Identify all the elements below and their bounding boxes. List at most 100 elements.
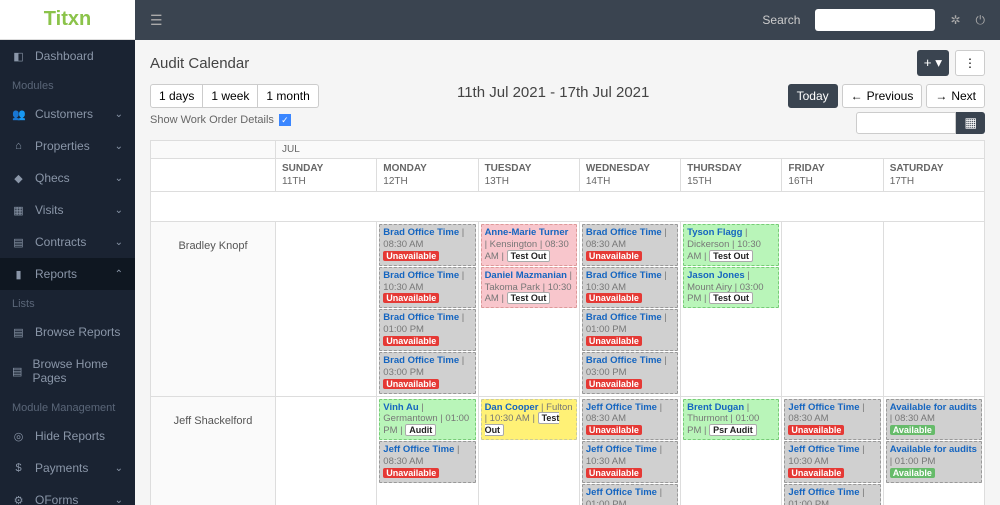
calendar-event[interactable]: Brad Office Time | 01:00 PM Unavailable	[582, 309, 678, 351]
view-week-button[interactable]: 1 week	[203, 84, 258, 108]
nav-label: Customers	[35, 107, 93, 121]
calendar-event[interactable]: Brad Office Time | 03:00 PM Unavailable	[379, 352, 475, 394]
event-title: Jason Jones	[687, 270, 745, 281]
event-title: Brad Office Time	[383, 227, 459, 238]
day-head-tue: TUESDAY13TH	[478, 159, 579, 192]
calendar-event[interactable]: Available for audits | 01:00 PM Availabl…	[886, 441, 982, 483]
calendar-event[interactable]: Brad Office Time | 03:00 PM Unavailable	[582, 352, 678, 394]
event-status: Unavailable	[788, 468, 844, 478]
calendar-event[interactable]: Anne-Marie Turner | Kensington | 08:30 A…	[481, 224, 577, 266]
event-status: Test Out	[507, 292, 551, 304]
power-icon[interactable]: ⏻	[976, 13, 986, 28]
view-days-button[interactable]: 1 days	[150, 84, 203, 108]
nav-payments[interactable]: $Payments⌄	[0, 452, 135, 484]
nav-label: Visits	[35, 203, 63, 217]
file-icon: ▤	[12, 236, 25, 249]
event-status: Unavailable	[586, 336, 642, 346]
next-button[interactable]: → Next	[926, 84, 985, 108]
event-title: Anne-Marie Turner	[485, 227, 569, 238]
chevron-down-icon: ⌄	[115, 495, 123, 505]
nav-label: Hide Reports	[35, 429, 105, 443]
calendar-event[interactable]: Jeff Office Time | 10:30 AM Unavailable	[582, 441, 678, 483]
event-status: Available	[890, 425, 935, 435]
event-status: Unavailable	[383, 251, 439, 261]
nav-visits[interactable]: ▦Visits⌄	[0, 194, 135, 226]
nav-qhecs[interactable]: ◆Qhecs⌄	[0, 162, 135, 194]
calendar-event[interactable]: Available for audits | 08:30 AM Availabl…	[886, 399, 982, 441]
event-status: Test Out	[507, 250, 551, 262]
event-title: Available for audits	[890, 444, 977, 455]
chevron-down-icon: ⌄	[115, 205, 123, 216]
event-title: Vinh Au	[383, 402, 418, 413]
calendar-event[interactable]: Brad Office Time | 10:30 AM Unavailable	[582, 267, 678, 309]
gear-icon: ⚙	[12, 494, 25, 505]
calendar-event[interactable]: Jeff Office Time | 08:30 AM Unavailable	[379, 441, 475, 483]
calendar-event[interactable]: Brad Office Time | 08:30 AM Unavailable	[379, 224, 475, 266]
event-title: Jeff Office Time	[788, 487, 859, 498]
logo[interactable]: Titxn	[0, 0, 135, 40]
nav-hide-reports[interactable]: ◎Hide Reports	[0, 420, 135, 452]
add-button[interactable]: + ▾	[917, 50, 949, 76]
more-options-button[interactable]: ⋮	[955, 50, 985, 76]
calendar-event[interactable]: Jason Jones | Mount Airy | 03:00 PM | Te…	[683, 267, 779, 309]
event-meta: | 08:30 AM	[890, 413, 935, 424]
menu-toggle-icon[interactable]: ☰	[150, 12, 163, 29]
calendar-event[interactable]: Tyson Flagg | Dickerson | 10:30 AM | Tes…	[683, 224, 779, 266]
event-title: Jeff Office Time	[788, 402, 859, 413]
event-status: Unavailable	[383, 336, 439, 346]
calendar-event[interactable]: Brad Office Time | 08:30 AM Unavailable	[582, 224, 678, 266]
date-range-title: 11th Jul 2021 - 17th Jul 2021	[457, 84, 649, 101]
row-jeff: Jeff Shackelford Vinh Au | Germantown | …	[151, 396, 985, 505]
nav-label: Reports	[35, 267, 77, 281]
calendar-event[interactable]: Jeff Office Time | 08:30 AM Unavailable	[784, 399, 880, 441]
calendar-event[interactable]: Daniel Mazmanian | Takoma Park | 10:30 A…	[481, 267, 577, 309]
calendar-event[interactable]: Jeff Office Time | 01:00 PM Unavailable	[582, 484, 678, 505]
nav-label: Dashboard	[35, 49, 94, 63]
calendar-event[interactable]: Brad Office Time | 10:30 AM Unavailable	[379, 267, 475, 309]
main-content: Audit Calendar + ▾ ⋮ 1 days 1 week 1 mon…	[135, 40, 1000, 505]
prev-button[interactable]: ← Previous	[842, 84, 923, 108]
nav-label: Payments	[35, 461, 88, 475]
event-status: Unavailable	[586, 468, 642, 478]
person-name: Bradley Knopf	[151, 222, 276, 397]
work-order-label: Show Work Order Details	[150, 114, 274, 126]
event-title: Brad Office Time	[586, 312, 662, 323]
view-month-button[interactable]: 1 month	[258, 84, 318, 108]
today-button[interactable]: Today	[788, 84, 838, 108]
nav-contracts[interactable]: ▤Contracts⌄	[0, 226, 135, 258]
event-title: Jeff Office Time	[586, 402, 657, 413]
nav-oforms[interactable]: ⚙OForms⌄	[0, 484, 135, 505]
calendar-event[interactable]: Brad Office Time | 01:00 PM Unavailable	[379, 309, 475, 351]
work-order-checkbox[interactable]: ✓	[279, 114, 291, 126]
day-headers: SUNDAY11TH MONDAY12TH TUESDAY13TH WEDNES…	[151, 159, 985, 192]
calendar-event[interactable]: Jeff Office Time | 10:30 AM Unavailable	[784, 441, 880, 483]
bug-icon[interactable]: ✲	[950, 13, 960, 27]
event-title: Available for audits	[890, 402, 977, 413]
sidebar: Titxn ◧Dashboard Modules 👥Customers⌄ ⌂Pr…	[0, 0, 135, 505]
dashboard-icon: ◧	[12, 50, 25, 63]
calendar-event[interactable]: Brent Dugan | Thurmont | 01:00 PM | Psr …	[683, 399, 779, 441]
nav-properties[interactable]: ⌂Properties⌄	[0, 130, 135, 162]
event-status: Unavailable	[586, 293, 642, 303]
nav-dashboard[interactable]: ◧ Dashboard	[0, 40, 135, 72]
chevron-down-icon: ⌄	[115, 109, 123, 120]
event-status: Unavailable	[586, 425, 642, 435]
nav-browse-home[interactable]: ▤Browse Home Pages	[0, 348, 135, 394]
dollar-icon: $	[12, 462, 25, 474]
event-title: Daniel Mazmanian	[485, 270, 567, 281]
nav-browse-reports[interactable]: ▤Browse Reports	[0, 316, 135, 348]
page-title: Audit Calendar	[150, 55, 249, 72]
home-icon: ⌂	[12, 140, 25, 152]
date-picker-button[interactable]: ▦	[956, 112, 985, 134]
event-title: Brad Office Time	[586, 227, 662, 238]
search-input[interactable]	[815, 9, 935, 31]
nav-customers[interactable]: 👥Customers⌄	[0, 98, 135, 130]
nav-reports[interactable]: ▮Reports⌃	[0, 258, 135, 290]
date-picker-input[interactable]	[856, 112, 956, 134]
calendar-event[interactable]: Vinh Au | Germantown | 01:00 PM | Audit	[379, 399, 475, 441]
event-status: Unavailable	[788, 425, 844, 435]
calendar-event[interactable]: Jeff Office Time | 01:00 PM Unavailable	[784, 484, 880, 505]
chevron-down-icon: ⌄	[115, 173, 123, 184]
calendar-event[interactable]: Dan Cooper | Fulton | 10:30 AM | Test Ou…	[481, 399, 577, 441]
calendar-event[interactable]: Jeff Office Time | 08:30 AM Unavailable	[582, 399, 678, 441]
